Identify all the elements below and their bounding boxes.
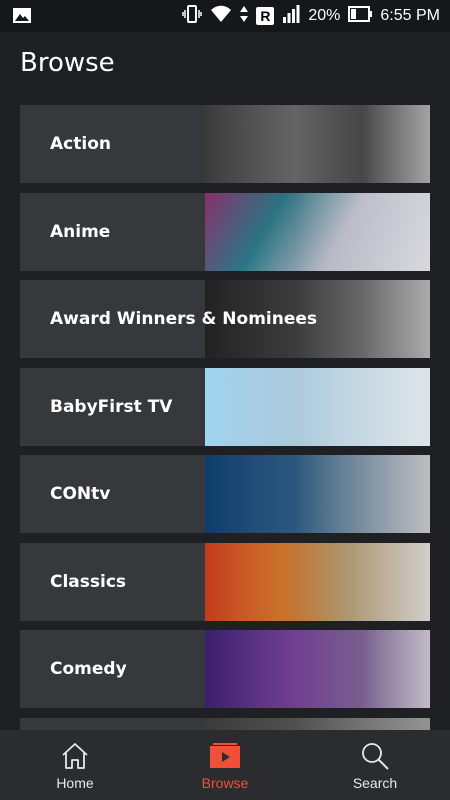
status-bar: R 20% 6:55 PM xyxy=(0,0,450,32)
nav-browse[interactable]: Browse xyxy=(150,730,300,800)
category-thumbnail xyxy=(205,367,430,446)
category-card-anime[interactable]: Anime xyxy=(20,192,430,271)
battery-icon xyxy=(348,5,373,27)
category-label: BabyFirst TV xyxy=(50,396,173,417)
battery-percent: 20% xyxy=(308,7,341,24)
clock: 6:55 PM xyxy=(380,7,440,24)
category-thumbnail xyxy=(205,630,430,708)
category-card-babyfirst-tv[interactable]: BabyFirst TV xyxy=(20,367,430,446)
signal-icon xyxy=(282,4,300,28)
nav-browse-label: Browse xyxy=(201,775,249,791)
data-arrows-icon xyxy=(240,5,249,27)
wifi-icon xyxy=(210,5,232,28)
page-title: Browse xyxy=(20,48,115,78)
category-card-award-winners[interactable]: Award Winners & Nominees xyxy=(20,280,430,358)
category-thumbnail xyxy=(205,717,430,730)
category-label: CONtv xyxy=(50,484,111,504)
category-card-classics[interactable]: Classics xyxy=(20,542,430,621)
search-icon xyxy=(358,739,392,773)
category-label: Action xyxy=(50,134,111,154)
category-card-contv[interactable]: CONtv xyxy=(20,455,430,533)
category-card-comedy[interactable]: Comedy xyxy=(20,630,430,708)
bottom-nav: Home Browse Search xyxy=(0,730,450,800)
category-card-action[interactable]: Action xyxy=(20,105,430,183)
image-notification-icon xyxy=(12,7,32,29)
category-list[interactable]: Action Anime Award Winners & Nominees Ba… xyxy=(20,105,430,730)
nav-search[interactable]: Search xyxy=(300,730,450,800)
category-label: Comedy xyxy=(50,659,127,679)
nav-home-label: Home xyxy=(56,775,94,791)
category-card-partial[interactable] xyxy=(20,717,430,730)
vibrate-icon xyxy=(182,4,203,29)
nav-home[interactable]: Home xyxy=(0,730,150,800)
home-icon xyxy=(58,739,92,773)
roaming-badge: R xyxy=(256,7,275,25)
category-label: Classics xyxy=(50,571,127,592)
category-label: Award Winners & Nominees xyxy=(50,309,318,329)
browse-play-icon xyxy=(208,739,242,773)
nav-search-label: Search xyxy=(352,775,398,791)
category-label: Anime xyxy=(50,221,111,242)
category-thumbnail xyxy=(205,455,430,533)
category-thumbnail xyxy=(205,192,430,271)
category-thumbnail xyxy=(205,542,430,621)
category-thumbnail xyxy=(205,105,430,183)
